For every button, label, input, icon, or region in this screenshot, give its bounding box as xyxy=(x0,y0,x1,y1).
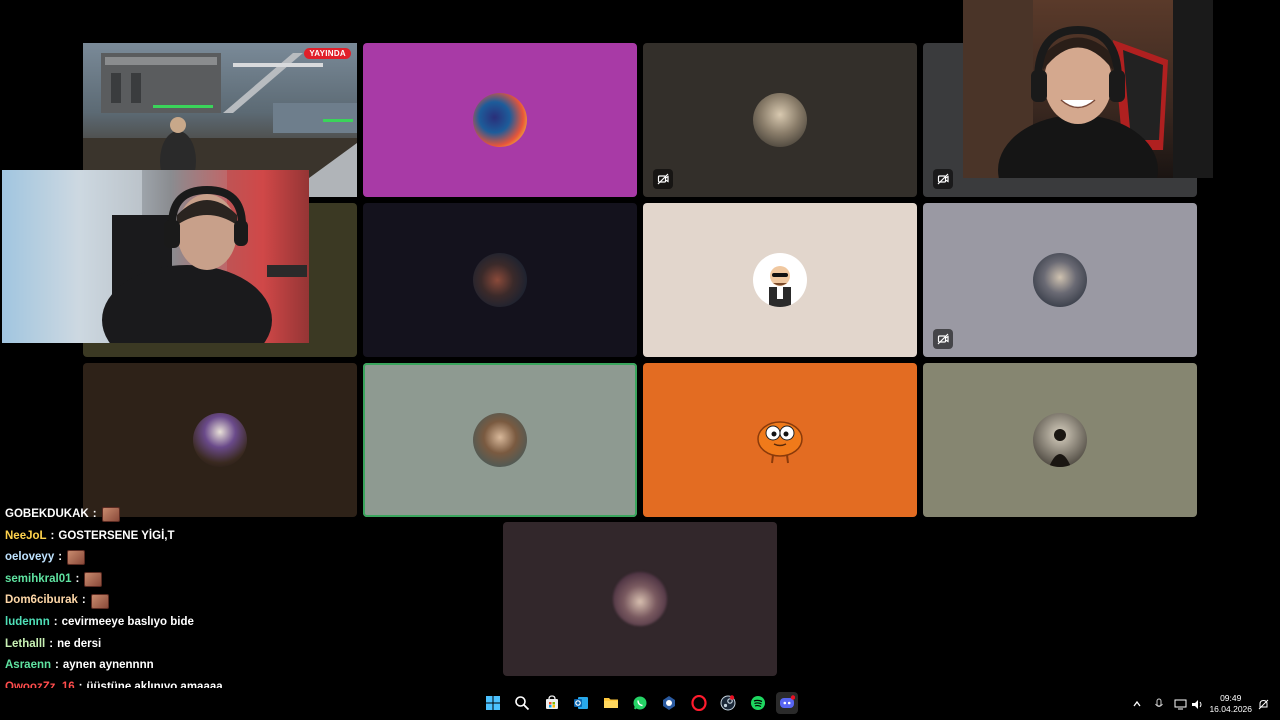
chat-message: GOBEKDUKAK: xyxy=(5,504,485,526)
clock-time: 09:49 xyxy=(1220,693,1242,703)
chat-username[interactable]: Dom6ciburak xyxy=(5,590,78,612)
chat-text: cevirmeeye baslıyo bide xyxy=(61,615,194,628)
chat-username[interactable]: semihkral01 xyxy=(5,569,72,591)
avatar xyxy=(193,413,247,467)
chat-message: Asraenn: aynen aynennnn xyxy=(5,655,485,677)
chat-separator: : xyxy=(55,659,59,672)
search-icon[interactable] xyxy=(511,692,533,714)
file-explorer-icon[interactable] xyxy=(600,692,622,714)
network-icon[interactable] xyxy=(1172,694,1188,714)
chat-username[interactable]: ludennn xyxy=(5,612,50,634)
store-icon[interactable] xyxy=(541,692,563,714)
call-tile-2[interactable] xyxy=(363,43,637,197)
avatar xyxy=(473,413,527,467)
camera-off-icon xyxy=(933,169,953,189)
chat-message: NeeJoL: GOSTERSENE YİGİ,T xyxy=(5,526,485,548)
camera-off-icon xyxy=(653,169,673,189)
live-badge: YAYINDA xyxy=(304,48,351,59)
call-tile-6[interactable] xyxy=(363,203,637,357)
chat-message: oeloveyy: xyxy=(5,547,485,569)
chat-message: ludennn: cevirmeeye baslıyo bide xyxy=(5,612,485,634)
chat-separator: : xyxy=(50,529,55,542)
avatar xyxy=(613,572,667,626)
call-tile-8[interactable] xyxy=(923,203,1197,357)
chat-separator: : xyxy=(81,594,86,607)
discord-icon[interactable] xyxy=(776,692,798,714)
avatar xyxy=(753,413,807,467)
chat-message: semihkral01: xyxy=(5,569,485,591)
chat-username[interactable]: oeloveyy xyxy=(5,547,54,569)
emote-icon xyxy=(67,550,86,566)
avatar xyxy=(1033,413,1087,467)
avatar xyxy=(1033,253,1087,307)
chat-separator: : xyxy=(58,551,63,564)
emote-icon xyxy=(90,593,109,609)
call-tile-10[interactable] xyxy=(363,363,637,517)
call-tile-12[interactable] xyxy=(923,363,1197,517)
chat-text: ne dersi xyxy=(57,637,102,650)
chat-text: GOSTERSENE YİGİ,T xyxy=(58,529,175,542)
chat-separator: : xyxy=(92,508,97,520)
chat-username[interactable]: GOBEKDUKAK xyxy=(5,504,89,526)
microphone-icon[interactable] xyxy=(1152,694,1166,714)
call-tile-9[interactable] xyxy=(83,363,357,517)
streamer-webcam xyxy=(2,170,309,343)
call-tile-13[interactable] xyxy=(503,522,777,676)
call-tile-11[interactable] xyxy=(643,363,917,517)
call-tile-7[interactable] xyxy=(643,203,917,357)
windows-start-icon[interactable] xyxy=(482,692,504,714)
volume-icon[interactable] xyxy=(1190,694,1204,714)
guest-webcam xyxy=(963,0,1213,178)
avatar xyxy=(753,93,807,147)
spotify-icon[interactable] xyxy=(747,692,769,714)
emote-icon xyxy=(84,572,103,588)
chat-username[interactable]: Asraenn xyxy=(5,655,51,677)
opera-icon[interactable] xyxy=(688,692,710,714)
chat-separator: : xyxy=(49,637,54,650)
notification-icon[interactable] xyxy=(1256,694,1270,714)
camera-off-icon xyxy=(933,329,953,349)
avatar xyxy=(473,93,527,147)
avatar xyxy=(473,253,527,307)
clock-date: 16.04.2026 xyxy=(1209,704,1252,714)
chat-username[interactable]: NeeJoL xyxy=(5,526,47,548)
emote-icon xyxy=(101,507,120,523)
system-clock[interactable]: 09:49 16.04.2026 xyxy=(1209,693,1252,715)
chevron-up-icon[interactable] xyxy=(1130,694,1144,714)
avatar xyxy=(753,253,807,307)
chat-username[interactable]: Lethalll xyxy=(5,634,45,656)
chat-message: Dom6ciburak: xyxy=(5,590,485,612)
outlook-icon[interactable] xyxy=(570,692,592,714)
chat-message: Lethalll: ne dersi xyxy=(5,634,485,656)
network-app-icon[interactable] xyxy=(658,692,680,714)
chat-separator: : xyxy=(53,615,58,628)
chat-separator: : xyxy=(75,572,80,585)
whatsapp-icon[interactable] xyxy=(629,692,651,714)
chat-text: aynen aynennnn xyxy=(62,659,154,672)
call-tile-3[interactable] xyxy=(643,43,917,197)
steam-icon[interactable] xyxy=(717,692,739,714)
